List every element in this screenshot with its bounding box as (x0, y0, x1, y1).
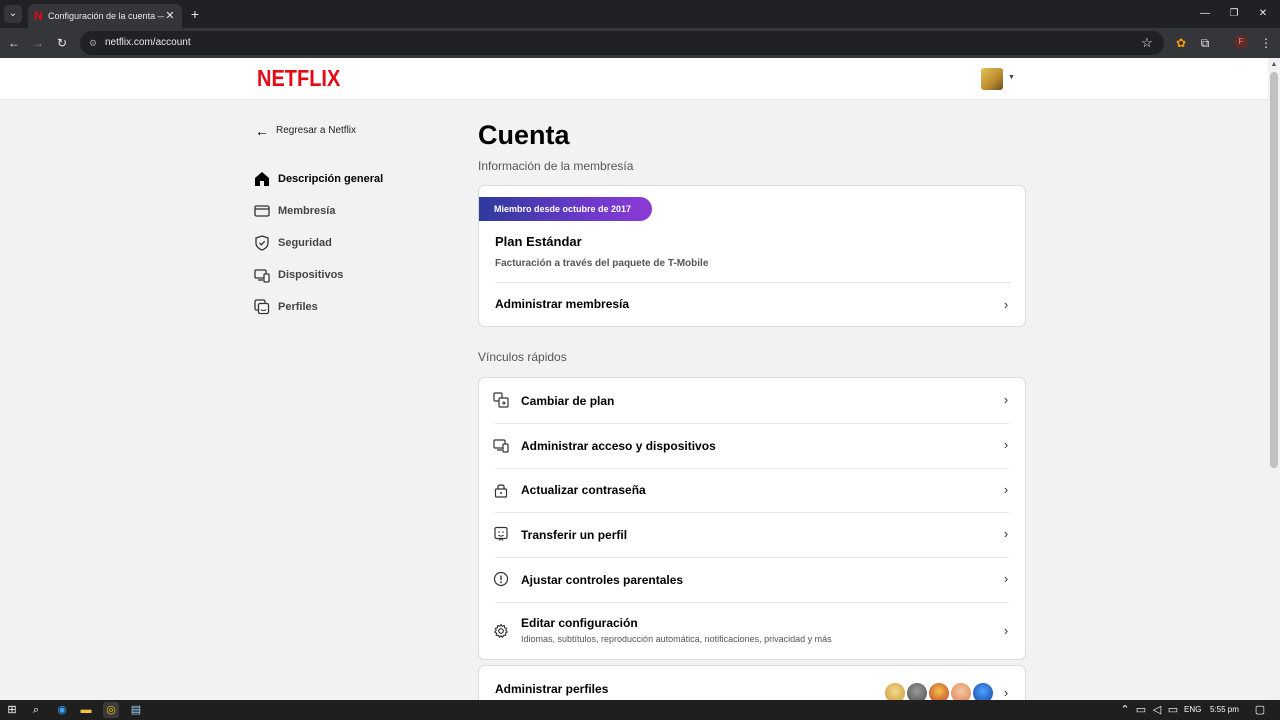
address-bar[interactable]: ⚙ netflix.com/account ☆ (80, 31, 1164, 55)
lock-icon (493, 482, 509, 498)
membership-section-label: Información de la membresía (478, 159, 634, 173)
tab-search-button[interactable]: ⌄ (4, 5, 22, 23)
quick-link-label: Transferir un perfil (521, 528, 628, 542)
netflix-logo[interactable]: NETFLIX (257, 64, 340, 94)
browser-tab[interactable]: N Configuración de la cuenta — N ✕ (28, 4, 182, 28)
sidebar-item-profiles[interactable]: Perfiles (254, 297, 434, 317)
manage-membership-row[interactable]: Administrar membresía › (479, 283, 1025, 326)
back-link-label: Regresar a Netflix (276, 125, 357, 136)
page-scrollbar[interactable]: ▲ (1268, 58, 1280, 700)
language-indicator[interactable]: ENG (1184, 704, 1201, 716)
quick-link-label: Cambiar de plan (521, 394, 615, 408)
new-tab-button[interactable]: + (188, 6, 202, 22)
back-arrow-icon[interactable]: ← (6, 35, 22, 51)
browser-toolbar: ← → ↻ ⚙ netflix.com/account ☆ ✿ ⧉ ⋮ (0, 28, 1280, 58)
manage-profiles-label: Administrar perfiles (495, 682, 609, 696)
quick-link-transfer-profile[interactable]: Transferir un perfil › (479, 512, 1025, 557)
sidebar-item-label: Membresía (278, 205, 336, 217)
windows-start-icon[interactable]: ⊞ (4, 702, 20, 718)
minimize-button[interactable]: — (1198, 6, 1212, 22)
devices-icon (493, 437, 509, 453)
browser-menu-icon[interactable]: ⋮ (1258, 35, 1274, 51)
plan-billing: Facturación a través del paquete de T-Mo… (495, 258, 709, 269)
sidebar-item-membership[interactable]: Membresía (254, 201, 434, 221)
chevron-right-icon: › (1003, 297, 1009, 312)
quick-link-parental-controls[interactable]: Ajustar controles parentales › (479, 557, 1025, 602)
membership-card: Miembro desde octubre de 2017 Plan Están… (478, 185, 1026, 327)
notepad-icon[interactable]: ▤ (128, 702, 144, 718)
clock[interactable]: 5:55 pm (1210, 704, 1239, 716)
caret-down-icon[interactable]: ▼ (1008, 71, 1018, 85)
quick-link-label: Ajustar controles parentales (521, 573, 684, 587)
extensions-puzzle-icon[interactable]: ⧉ (1197, 35, 1213, 51)
quick-links-section-label: Vínculos rápidos (478, 350, 567, 364)
plan-name: Plan Estándar (495, 234, 582, 249)
close-tab-icon[interactable]: ✕ (164, 9, 176, 23)
network-icon[interactable]: ▭ (1133, 702, 1149, 718)
extension-icon[interactable]: ✿ (1173, 35, 1189, 51)
card-icon (254, 203, 270, 219)
home-icon (254, 171, 270, 187)
edge-browser-icon[interactable]: ◉ (54, 702, 70, 718)
alert-icon (493, 571, 509, 587)
back-to-netflix-link[interactable]: ← Regresar a Netflix (255, 122, 385, 140)
quick-link-description: Idiomas, subtítulos, reproducción automá… (521, 634, 832, 644)
quick-links-card: Cambiar de plan › Administrar acceso y d… (478, 377, 1026, 660)
site-info-icon[interactable]: ⚙ (87, 37, 99, 49)
url-text[interactable]: netflix.com/account (105, 36, 405, 50)
tab-title: Configuración de la cuenta — N (48, 11, 164, 21)
sidebar-item-label: Dispositivos (278, 269, 344, 281)
chevron-right-icon: › (1003, 685, 1009, 700)
quick-link-change-plan[interactable]: Cambiar de plan › (479, 378, 1025, 423)
chevron-right-icon: › (1003, 437, 1009, 452)
chevron-right-icon: › (1003, 623, 1009, 638)
quick-link-label: Editar configuración (521, 616, 638, 630)
quick-link-label: Administrar acceso y dispositivos (521, 439, 716, 453)
windows-taskbar: ⊞ ⌕ ◉ ▬ ◎ ▤ ⌃ ▭ ◁ ▭ ENG 5:55 pm ▢ (0, 700, 1280, 720)
browser-tab-bar: ⌄ N Configuración de la cuenta — N ✕ + —… (0, 0, 1280, 28)
quick-link-label: Actualizar contraseña (521, 483, 646, 497)
netflix-favicon-icon: N (34, 9, 43, 23)
profiles-icon (254, 299, 270, 315)
forward-arrow-icon[interactable]: → (30, 35, 46, 51)
sidebar-item-devices[interactable]: Dispositivos (254, 265, 434, 285)
devices-icon (254, 267, 270, 283)
sidebar-item-label: Descripción general (278, 173, 384, 185)
sidebar-item-label: Perfiles (278, 301, 318, 313)
quick-link-edit-settings[interactable]: Editar configuración Idiomas, subtítulos… (479, 602, 1025, 659)
chrome-icon[interactable]: ◎ (103, 702, 119, 718)
close-window-button[interactable]: ✕ (1256, 6, 1270, 22)
chevron-right-icon: › (1003, 392, 1009, 407)
shield-icon (254, 235, 270, 251)
gear-icon (493, 623, 509, 639)
chevron-right-icon: › (1003, 526, 1009, 541)
chevron-right-icon: › (1003, 571, 1009, 586)
quick-link-access-devices[interactable]: Administrar acceso y dispositivos › (479, 423, 1025, 468)
notifications-icon[interactable]: ▢ (1252, 702, 1268, 718)
file-explorer-icon[interactable]: ▬ (78, 702, 94, 718)
search-icon[interactable]: ⌕ (28, 702, 44, 718)
bookmark-star-icon[interactable]: ☆ (1140, 35, 1154, 51)
member-since-badge: Miembro desde octubre de 2017 (479, 197, 652, 221)
scroll-up-icon[interactable]: ▲ (1268, 60, 1280, 70)
scrollbar-thumb[interactable] (1270, 72, 1278, 468)
chevron-up-icon[interactable]: ⌃ (1117, 702, 1133, 718)
chevron-right-icon: › (1003, 482, 1009, 497)
reload-icon[interactable]: ↻ (54, 35, 70, 51)
restore-button[interactable]: ❐ (1227, 6, 1241, 22)
page-title: Cuenta (478, 120, 570, 150)
display-icon[interactable]: ▭ (1165, 702, 1181, 718)
manage-membership-label: Administrar membresía (495, 297, 630, 311)
change-plan-icon (493, 392, 509, 408)
sidebar-item-security[interactable]: Seguridad (254, 233, 434, 253)
browser-profile-avatar[interactable]: F (1234, 35, 1248, 49)
arrow-left-icon: ← (255, 123, 269, 139)
transfer-profile-icon (493, 526, 509, 542)
volume-icon[interactable]: ◁ (1149, 702, 1165, 718)
profile-avatar[interactable] (981, 68, 1003, 90)
sidebar-item-overview[interactable]: Descripción general (254, 169, 434, 189)
quick-link-update-password[interactable]: Actualizar contraseña › (479, 468, 1025, 512)
page-header: NETFLIX ▼ (0, 58, 1268, 100)
sidebar-item-label: Seguridad (278, 237, 332, 249)
